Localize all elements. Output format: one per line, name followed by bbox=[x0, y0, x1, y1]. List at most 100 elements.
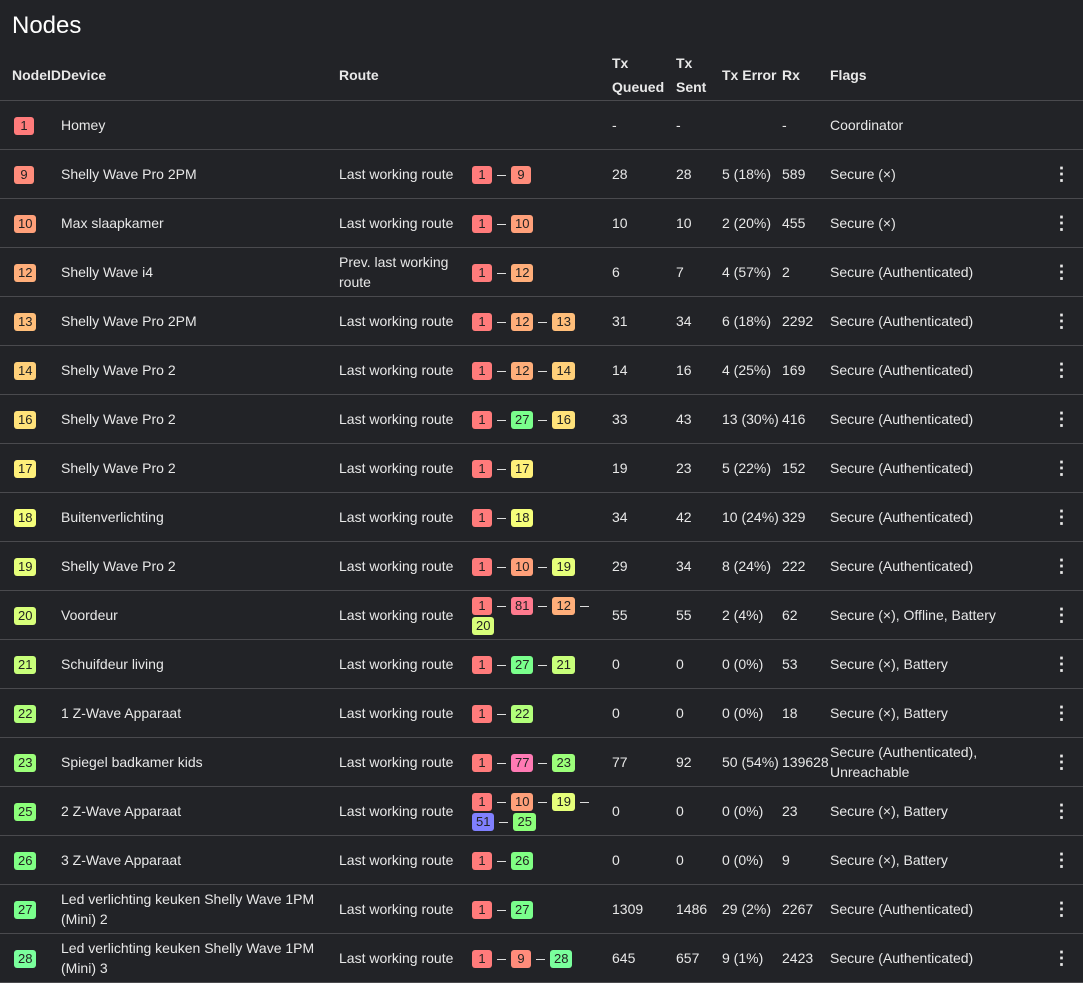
device-name: Buitenverlichting bbox=[61, 492, 339, 542]
more-vert-icon[interactable]: ⋮ bbox=[1040, 948, 1083, 968]
tx-sent: 10 bbox=[676, 198, 722, 248]
rx-count: 9 bbox=[782, 835, 830, 885]
tx-sent: 657 bbox=[676, 933, 722, 983]
more-vert-icon[interactable]: ⋮ bbox=[1040, 703, 1083, 723]
tx-sent: 1486 bbox=[676, 884, 722, 934]
table-row[interactable]: 22 1 Z-Wave Apparaat Last working route 1 22… bbox=[0, 688, 1083, 738]
node-badge: 10 bbox=[511, 793, 534, 811]
more-vert-icon[interactable]: ⋮ bbox=[1040, 458, 1083, 478]
table-row[interactable]: 14 Shelly Wave Pro 2 Last working route 1 12… bbox=[0, 345, 1083, 395]
route-type: Last working route bbox=[339, 835, 472, 885]
route-type: Last working route bbox=[339, 541, 472, 591]
rx-count: 169 bbox=[782, 345, 830, 395]
node-badge: 18 bbox=[511, 509, 534, 527]
header-tx-error[interactable]: Tx Error bbox=[722, 50, 782, 101]
rx-count: 329 bbox=[782, 492, 830, 542]
more-vert-icon[interactable]: ⋮ bbox=[1040, 262, 1083, 282]
node-badge: 1 bbox=[472, 215, 492, 233]
table-row[interactable]: 17 Shelly Wave Pro 2 Last working route 1 17… bbox=[0, 443, 1083, 493]
table-row[interactable]: 19 Shelly Wave Pro 2 Last working route 1 10… bbox=[0, 541, 1083, 591]
more-vert-icon[interactable]: ⋮ bbox=[1040, 360, 1083, 380]
tx-sent: 0 bbox=[676, 688, 722, 738]
node-badge: 1 bbox=[472, 460, 492, 478]
more-vert-icon[interactable]: ⋮ bbox=[1040, 409, 1083, 429]
node-badge: 10 bbox=[511, 558, 534, 576]
node-badge: 20 bbox=[472, 617, 495, 635]
tx-sent: 16 bbox=[676, 345, 722, 395]
tx-error: 0 (0%) bbox=[722, 786, 782, 836]
route-type: Last working route bbox=[339, 737, 472, 787]
flags: Secure (Authenticated) bbox=[830, 247, 1040, 297]
node-badge: 1 bbox=[472, 852, 492, 870]
route-hops: 1 27 bbox=[472, 884, 612, 934]
header-rx[interactable]: Rx bbox=[782, 50, 830, 101]
route-link bbox=[538, 566, 548, 568]
node-badge: 22 bbox=[511, 705, 534, 723]
node-badge: 23 bbox=[552, 754, 575, 772]
node-badge: 1 bbox=[472, 656, 492, 674]
header-flags[interactable]: Flags bbox=[830, 50, 1040, 101]
route-type: Last working route bbox=[339, 443, 472, 493]
flags: Secure (×), Battery bbox=[830, 688, 1040, 738]
route-hops: 19 bbox=[472, 149, 612, 199]
table-row[interactable]: 18 Buitenverlichting Last working route 1 18… bbox=[0, 492, 1083, 542]
node-badge: 9 bbox=[14, 166, 34, 184]
header-tx-queued[interactable]: Tx Queued bbox=[612, 50, 676, 101]
page-title: Nodes bbox=[12, 12, 82, 39]
table-row[interactable]: 12 Shelly Wave i4 Prev. last working route… bbox=[0, 247, 1083, 297]
table-row[interactable]: 23 Spiegel badkamer kids Last working rout… bbox=[0, 737, 1083, 787]
more-vert-icon[interactable]: ⋮ bbox=[1040, 213, 1083, 233]
table-row[interactable]: 10 Max slaapkamer Last working route 1 10 10 1… bbox=[0, 198, 1083, 248]
table-row[interactable]: 25 2 Z-Wave Apparaat Last working route 1 10… bbox=[0, 786, 1083, 836]
more-vert-icon[interactable]: ⋮ bbox=[1040, 556, 1083, 576]
tx-sent: 34 bbox=[676, 541, 722, 591]
more-vert-icon[interactable]: ⋮ bbox=[1040, 311, 1083, 331]
node-badge: 23 bbox=[14, 754, 37, 772]
node-badge: 21 bbox=[552, 656, 575, 674]
node-badge: 1 bbox=[472, 754, 492, 772]
header-device[interactable]: Device bbox=[61, 50, 339, 101]
node-badge: 13 bbox=[552, 313, 575, 331]
tx-queued: 33 bbox=[612, 394, 676, 444]
more-vert-icon[interactable]: ⋮ bbox=[1040, 752, 1083, 772]
table-row[interactable]: 16 Shelly Wave Pro 2 Last working route 1 27… bbox=[0, 394, 1083, 444]
table-row[interactable]: 27 Led verlichting keuken Shelly Wave 1PM… bbox=[0, 884, 1083, 934]
rx-count: 53 bbox=[782, 639, 830, 689]
tx-queued: 14 bbox=[612, 345, 676, 395]
device-name: Shelly Wave Pro 2 bbox=[61, 345, 339, 395]
more-vert-icon[interactable]: ⋮ bbox=[1040, 507, 1083, 527]
more-vert-icon[interactable]: ⋮ bbox=[1040, 899, 1083, 919]
flags: Secure (Authenticated) bbox=[830, 394, 1040, 444]
node-badge: 1 bbox=[472, 901, 492, 919]
node-badge: 22 bbox=[14, 705, 37, 723]
rx-count: 18 bbox=[782, 688, 830, 738]
header-tx-sent[interactable]: Tx Sent bbox=[676, 50, 722, 101]
table-row[interactable]: 1 Homey - - - Coordinator bbox=[0, 100, 1083, 150]
header-nodeid[interactable]: NodeID bbox=[0, 50, 61, 101]
table-row[interactable]: 28 Led verlichting keuken Shelly Wave 1PM… bbox=[0, 933, 1083, 983]
table-row[interactable]: 20 Voordeur Last working route 1 81 1220 55 55 2… bbox=[0, 590, 1083, 640]
tx-sent: 92 bbox=[676, 737, 722, 787]
route-hops: 1 26 bbox=[472, 835, 612, 885]
node-badge: 12 bbox=[511, 313, 534, 331]
table-row[interactable]: 26 3 Z-Wave Apparaat Last working route 1 26… bbox=[0, 835, 1083, 885]
node-badge: 1 bbox=[472, 509, 492, 527]
table-row[interactable]: 13 Shelly Wave Pro 2PM Last working route 1… bbox=[0, 296, 1083, 346]
flags: Secure (×), Offline, Battery bbox=[830, 590, 1040, 640]
device-name: Homey bbox=[61, 100, 339, 150]
node-badge: 9 bbox=[511, 166, 531, 184]
tx-error: 9 (1%) bbox=[722, 933, 782, 983]
table-row[interactable]: 9 Shelly Wave Pro 2PM Last working route 1 9… bbox=[0, 149, 1083, 199]
route-type: Last working route bbox=[339, 688, 472, 738]
tx-queued: 31 bbox=[612, 296, 676, 346]
more-vert-icon[interactable]: ⋮ bbox=[1040, 850, 1083, 870]
node-badge: 14 bbox=[552, 362, 575, 380]
more-vert-icon[interactable]: ⋮ bbox=[1040, 164, 1083, 184]
node-badge: 13 bbox=[14, 313, 37, 331]
table-row[interactable]: 21 Schuifdeur living Last working route 1 27… bbox=[0, 639, 1083, 689]
more-vert-icon[interactable]: ⋮ bbox=[1040, 605, 1083, 625]
more-vert-icon[interactable]: ⋮ bbox=[1040, 654, 1083, 674]
flags: Secure (Authenticated) bbox=[830, 541, 1040, 591]
more-vert-icon[interactable]: ⋮ bbox=[1040, 801, 1083, 821]
header-route[interactable]: Route bbox=[339, 50, 472, 101]
